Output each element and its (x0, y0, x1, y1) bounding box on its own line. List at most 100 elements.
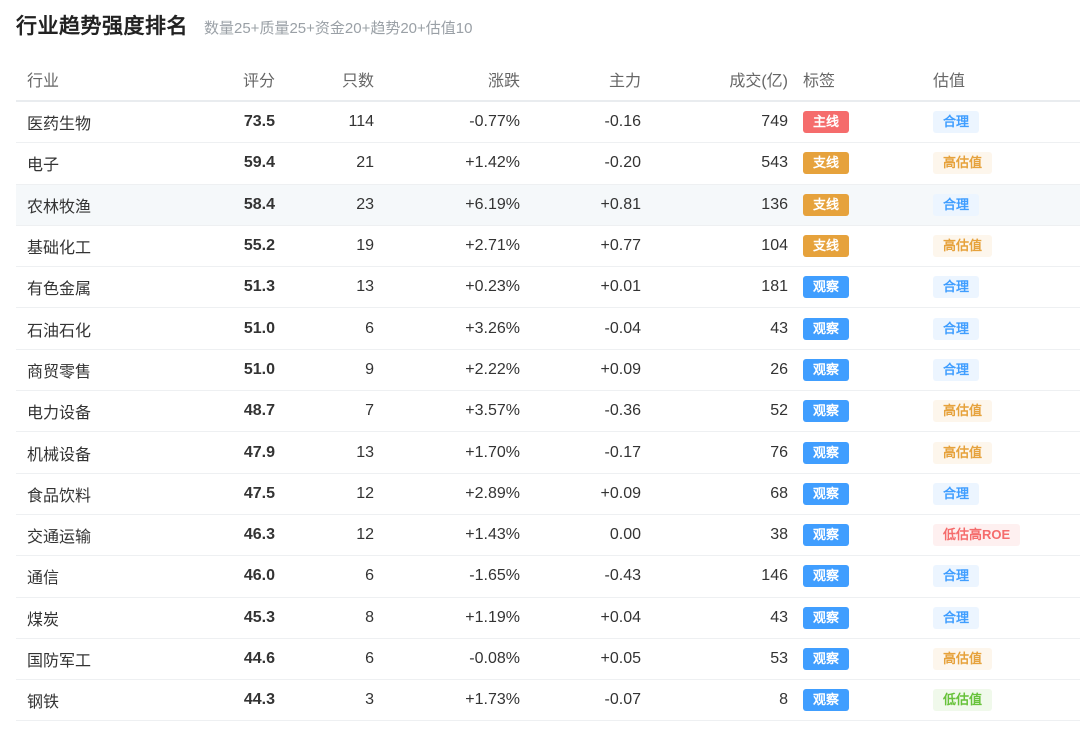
main-force-cell: +0.04 (520, 597, 641, 639)
column-header-tag[interactable]: 标签 (788, 58, 918, 102)
score-cell: 47.9 (180, 431, 275, 474)
column-header-change[interactable]: 涨跌 (374, 58, 520, 102)
table-row[interactable]: 国防军工 44.6 6 -0.08% +0.05 53 观察 高估值 (16, 638, 1080, 681)
valuation-badge: 合理 (933, 111, 980, 134)
change-cell: +1.43% (374, 514, 520, 557)
industry-name-cell: 交通运输 (16, 514, 180, 557)
table-row[interactable]: 农林牧渔 58.4 23 +6.19% +0.81 136 支线 合理 (16, 184, 1080, 226)
tag-cell: 观察 (788, 638, 918, 681)
industry-name-cell: 农林牧渔 (16, 184, 180, 226)
column-header-industry[interactable]: 行业 (16, 58, 180, 102)
tag-badge: 观察 (803, 400, 850, 423)
volume-cell: 136 (641, 184, 788, 226)
column-header-main-force[interactable]: 主力 (520, 58, 641, 102)
industry-name-cell: 石油石化 (16, 307, 180, 350)
tag-cell: 支线 (788, 225, 918, 268)
column-header-score[interactable]: 评分 (180, 58, 275, 102)
valuation-badge: 合理 (933, 276, 980, 299)
column-header-count[interactable]: 只数 (275, 58, 374, 102)
valuation-badge: 合理 (933, 193, 980, 216)
score-cell: 51.3 (180, 266, 275, 309)
stock-count-cell: 23 (275, 184, 374, 226)
table-row[interactable]: 煤炭 45.3 8 +1.19% +0.04 43 观察 合理 (16, 597, 1080, 639)
tag-badge: 观察 (803, 524, 850, 547)
valuation-badge: 合理 (933, 358, 980, 381)
tag-cell: 观察 (788, 266, 918, 309)
tag-cell: 观察 (788, 349, 918, 392)
table-header-row: 行业 评分 只数 涨跌 主力 成交(亿) 标签 估值 (16, 58, 1080, 102)
table-row[interactable]: 石油石化 51.0 6 +3.26% -0.04 43 观察 合理 (16, 307, 1080, 350)
tag-badge: 观察 (803, 648, 850, 670)
valuation-badge: 合理 (933, 565, 980, 588)
industry-name-cell: 机械设备 (16, 431, 180, 474)
valuation-cell: 低估高ROE (918, 514, 1080, 557)
valuation-badge: 高估值 (933, 441, 993, 464)
tag-badge: 观察 (803, 276, 850, 299)
valuation-cell: 合理 (918, 307, 1080, 350)
table-row[interactable]: 商贸零售 51.0 9 +2.22% +0.09 26 观察 合理 (16, 349, 1080, 392)
table-row[interactable]: 基础化工 55.2 19 +2.71% +0.77 104 支线 高估值 (16, 225, 1080, 268)
stock-count-cell: 13 (275, 431, 374, 474)
valuation-badge: 高估值 (933, 235, 993, 258)
valuation-cell: 合理 (918, 184, 1080, 226)
industry-name-cell: 医药生物 (16, 101, 180, 144)
main-force-cell: -0.43 (520, 555, 641, 598)
tag-badge: 观察 (803, 482, 850, 505)
change-cell: +1.70% (374, 431, 520, 474)
table-row[interactable]: 医药生物 73.5 114 -0.77% -0.16 749 主线 合理 (16, 101, 1080, 144)
tag-badge: 主线 (803, 111, 850, 134)
volume-cell: 104 (641, 225, 788, 268)
page-title: 行业趋势强度排名 (16, 15, 188, 38)
tag-badge: 观察 (803, 358, 850, 381)
score-cell: 51.0 (180, 307, 275, 350)
stock-count-cell: 13 (275, 266, 374, 309)
table-row[interactable]: 机械设备 47.9 13 +1.70% -0.17 76 观察 高估值 (16, 431, 1080, 474)
column-header-valuation[interactable]: 估值 (918, 58, 1080, 102)
industry-name-cell: 钢铁 (16, 679, 180, 722)
table-row[interactable]: 食品饮料 47.5 12 +2.89% +0.09 68 观察 合理 (16, 473, 1080, 515)
tag-badge: 观察 (803, 689, 850, 712)
valuation-badge: 合理 (933, 606, 980, 629)
industry-name-cell: 商贸零售 (16, 349, 180, 392)
industry-ranking-table: 行业 评分 只数 涨跌 主力 成交(亿) 标签 估值 医药生物 73.5 114 -0… (16, 58, 1080, 722)
change-cell: +1.73% (374, 679, 520, 722)
volume-cell: 52 (641, 390, 788, 433)
valuation-cell: 合理 (918, 555, 1080, 598)
table-row[interactable]: 电子 59.4 21 +1.42% -0.20 543 支线 高估值 (16, 142, 1080, 185)
main-force-cell: +0.05 (520, 638, 641, 681)
industry-name-cell: 通信 (16, 555, 180, 598)
table-row[interactable]: 有色金属 51.3 13 +0.23% +0.01 181 观察 合理 (16, 266, 1080, 309)
industry-name-cell: 食品饮料 (16, 473, 180, 515)
industry-name-cell: 有色金属 (16, 266, 180, 309)
change-cell: +2.71% (374, 225, 520, 268)
table-row[interactable]: 通信 46.0 6 -1.65% -0.43 146 观察 合理 (16, 555, 1080, 598)
score-cell: 51.0 (180, 349, 275, 392)
stock-count-cell: 6 (275, 638, 374, 681)
valuation-cell: 高估值 (918, 142, 1080, 185)
table-row[interactable]: 钢铁 44.3 3 +1.73% -0.07 8 观察 低估值 (16, 679, 1080, 722)
volume-cell: 146 (641, 555, 788, 598)
score-cell: 47.5 (180, 473, 275, 515)
tag-badge: 观察 (803, 317, 850, 340)
tag-badge: 支线 (803, 235, 850, 258)
main-force-cell: -0.20 (520, 142, 641, 185)
industry-name-cell: 煤炭 (16, 597, 180, 639)
main-force-cell: +0.77 (520, 225, 641, 268)
valuation-cell: 高估值 (918, 225, 1080, 268)
table-row[interactable]: 交通运输 46.3 12 +1.43% 0.00 38 观察 低估高ROE (16, 514, 1080, 557)
score-cell: 44.6 (180, 638, 275, 681)
volume-cell: 68 (641, 473, 788, 515)
change-cell: +2.22% (374, 349, 520, 392)
table-row[interactable]: 电力设备 48.7 7 +3.57% -0.36 52 观察 高估值 (16, 390, 1080, 433)
valuation-cell: 合理 (918, 597, 1080, 639)
tag-cell: 观察 (788, 390, 918, 433)
change-cell: +6.19% (374, 184, 520, 226)
score-cell: 44.3 (180, 679, 275, 722)
valuation-cell: 高估值 (918, 390, 1080, 433)
table-body: 医药生物 73.5 114 -0.77% -0.16 749 主线 合理 电子 59.4 21 +1.… (16, 101, 1080, 722)
tag-badge: 观察 (803, 606, 850, 629)
change-cell: -0.77% (374, 101, 520, 144)
tag-cell: 观察 (788, 514, 918, 557)
column-header-volume[interactable]: 成交(亿) (641, 58, 788, 102)
industry-name-cell: 电力设备 (16, 390, 180, 433)
